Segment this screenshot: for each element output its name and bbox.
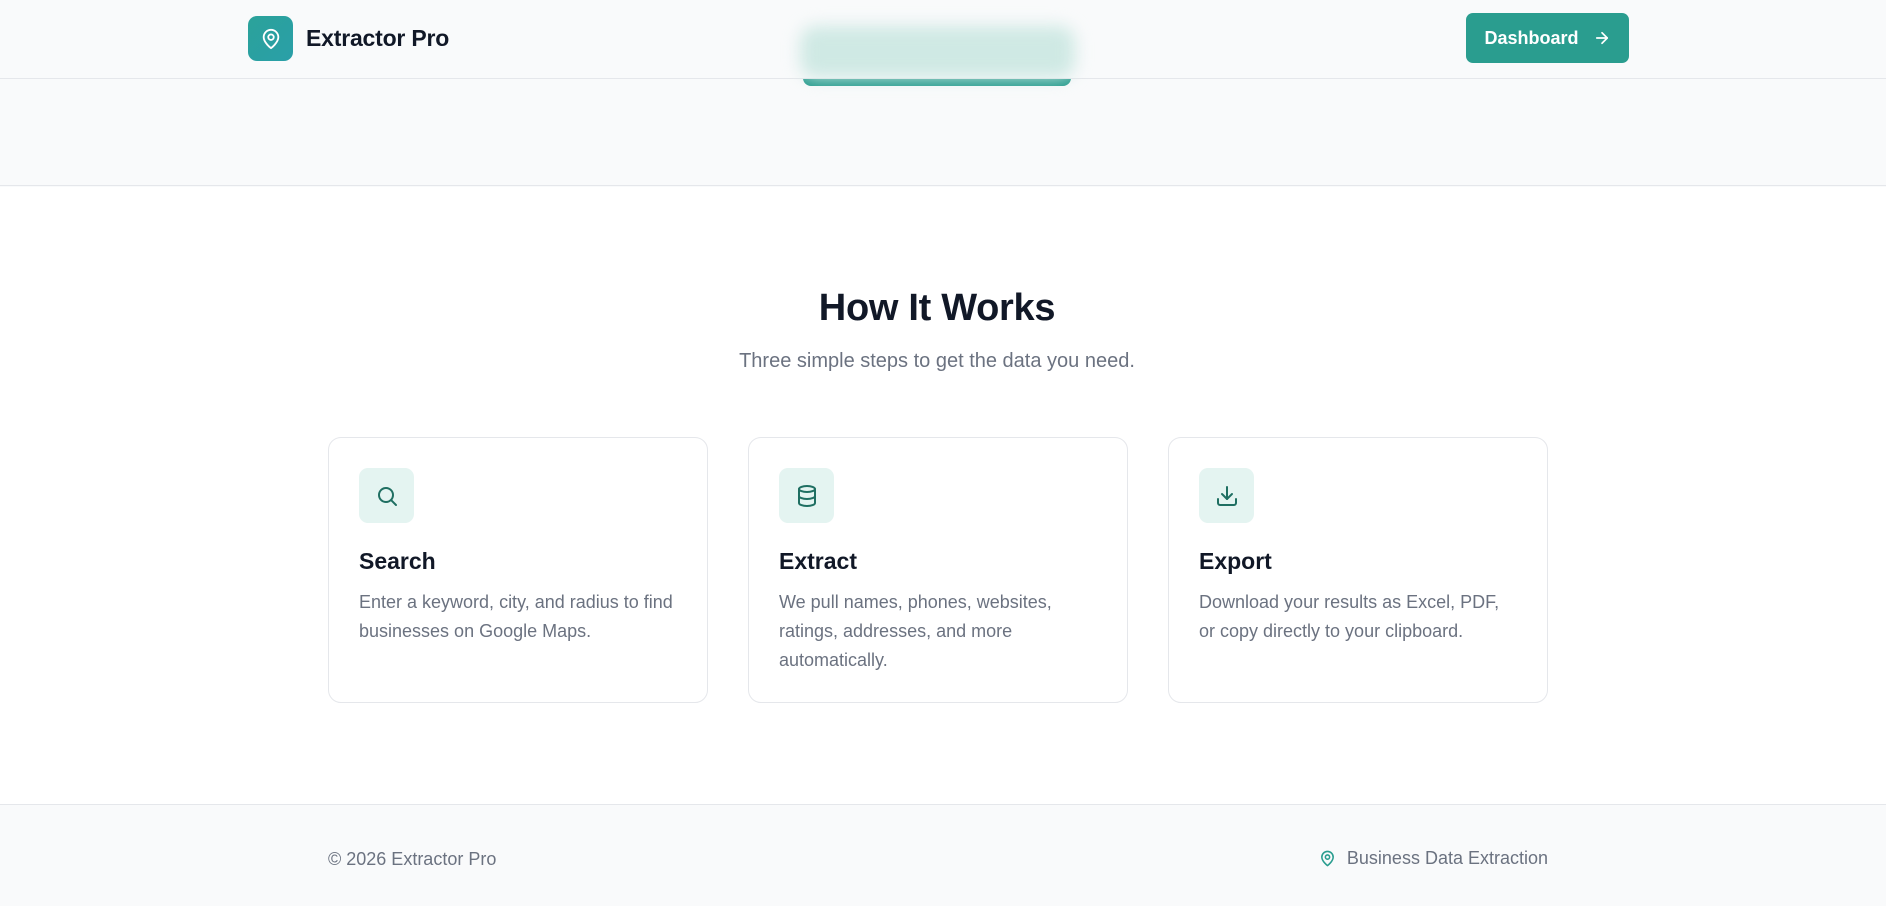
step-title: Search bbox=[359, 548, 436, 574]
arrow-right-icon bbox=[1595, 31, 1608, 45]
step-card-search: Search Enter a keyword, city, and radius… bbox=[328, 437, 708, 703]
footer-tagline: Business Data Extraction bbox=[1319, 848, 1548, 869]
step-description: Download your results as Excel, PDF, or … bbox=[1199, 592, 1500, 641]
section-title: How It Works bbox=[818, 287, 1056, 329]
hero-cta-glow bbox=[800, 26, 1075, 78]
download-icon bbox=[1216, 485, 1237, 506]
hero-section-bottom bbox=[0, 79, 1886, 186]
copyright-text: © 2026 Extractor Pro bbox=[328, 849, 497, 869]
step-description: We pull names, phones, websites, ratings… bbox=[779, 592, 1052, 670]
step-title: Export bbox=[1199, 548, 1272, 574]
database-icon bbox=[797, 484, 816, 507]
step-icon-tile bbox=[1199, 468, 1254, 523]
brand-name: Extractor Pro bbox=[306, 25, 450, 51]
section-subtitle: Three simple steps to get the data you n… bbox=[739, 350, 1135, 372]
steps-grid: Search Enter a keyword, city, and radius… bbox=[328, 437, 1548, 703]
step-description: Enter a keyword, city, and radius to fin… bbox=[359, 592, 673, 641]
step-icon-tile bbox=[779, 468, 834, 523]
dashboard-button[interactable]: Dashboard bbox=[1466, 13, 1629, 63]
brand-link[interactable]: Extractor Pro bbox=[248, 16, 449, 61]
dashboard-button-label: Dashboard bbox=[1484, 27, 1579, 48]
footer-tagline-text: Business Data Extraction bbox=[1346, 848, 1548, 868]
step-icon-tile bbox=[359, 468, 414, 523]
site-footer: © 2026 Extractor Pro Business Data Extra… bbox=[0, 804, 1886, 906]
map-pin-icon bbox=[262, 28, 279, 49]
step-card-extract: Extract We pull names, phones, websites,… bbox=[748, 437, 1128, 703]
how-it-works-section: How It Works Three simple steps to get t… bbox=[0, 187, 1886, 804]
search-icon bbox=[377, 486, 397, 506]
step-title: Extract bbox=[779, 548, 857, 574]
brand-logo bbox=[248, 16, 293, 61]
step-card-export: Export Download your results as Excel, P… bbox=[1168, 437, 1548, 703]
map-pin-icon bbox=[1320, 850, 1334, 867]
